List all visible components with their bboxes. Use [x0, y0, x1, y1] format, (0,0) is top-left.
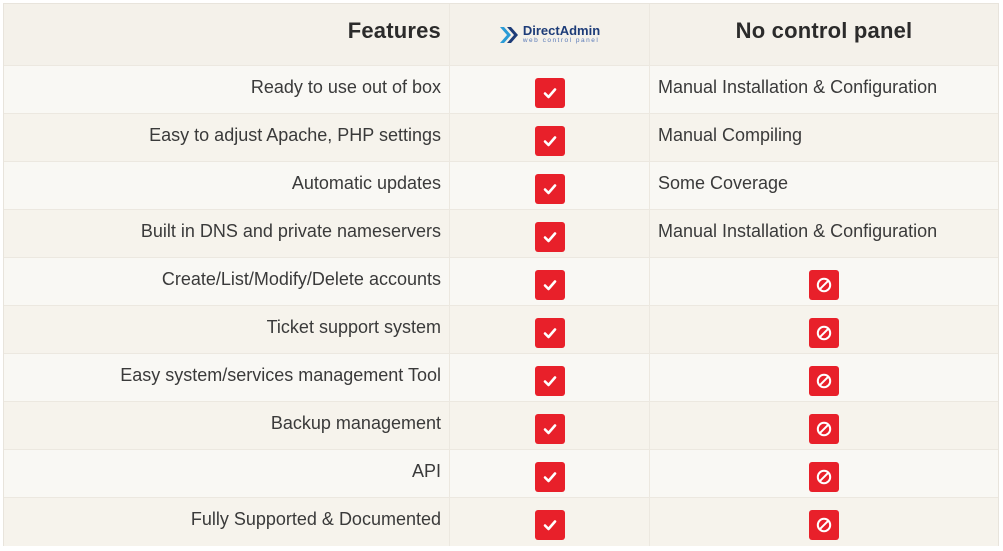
directadmin-logo-tagline: web control panel: [522, 37, 600, 45]
feature-label: Ready to use out of box: [250, 77, 441, 97]
feature-label: Fully Supported & Documented: [190, 509, 441, 529]
no-panel-cell: Manual Installation & Configuration: [650, 66, 998, 114]
feature-cell: Create/List/Modify/Delete accounts: [4, 258, 450, 306]
feature-cell: Ready to use out of box: [4, 66, 450, 114]
check-icon: [534, 77, 565, 108]
directadmin-cell: [450, 258, 650, 306]
feature-cell: Automatic updates: [4, 162, 450, 210]
directadmin-cell: [450, 306, 650, 354]
check-icon: [534, 125, 565, 156]
feature-label: Built in DNS and private nameservers: [140, 221, 441, 241]
directadmin-cell: [450, 162, 650, 210]
no-panel-cell: [650, 498, 998, 546]
header-no-panel: No control panel: [650, 4, 998, 66]
comparison-table: Features DirectAdmin web control panel N…: [3, 3, 999, 546]
prohibited-icon: [809, 510, 839, 540]
no-panel-cell: [650, 258, 998, 306]
directadmin-chevron-icon: [499, 26, 518, 43]
prohibited-icon: [809, 269, 839, 300]
feature-cell: Ticket support system: [4, 306, 450, 354]
check-icon: [534, 413, 565, 444]
directadmin-logo-name: DirectAdmin: [522, 23, 601, 39]
directadmin-cell: [450, 450, 650, 498]
feature-cell: Fully Supported & Documented: [4, 498, 450, 546]
check-icon: [534, 461, 565, 492]
no-panel-cell: [650, 354, 998, 402]
no-panel-text: Manual Compiling: [658, 125, 803, 145]
check-icon: [534, 510, 565, 540]
no-panel-cell: [650, 450, 998, 498]
directadmin-logo: DirectAdmin web control panel: [499, 24, 600, 45]
no-panel-cell: [650, 402, 998, 450]
no-panel-cell: Some Coverage: [650, 162, 998, 210]
feature-cell: API: [4, 450, 450, 498]
feature-cell: Backup management: [4, 402, 450, 450]
directadmin-cell: [450, 114, 650, 162]
directadmin-cell: [450, 354, 650, 402]
check-icon: [534, 317, 565, 348]
directadmin-cell: [450, 66, 650, 114]
feature-label: Create/List/Modify/Delete accounts: [161, 269, 441, 289]
feature-cell: Built in DNS and private nameservers: [4, 210, 450, 258]
no-panel-text: Manual Installation & Configuration: [658, 221, 938, 241]
no-panel-text: Some Coverage: [658, 173, 789, 193]
check-icon: [534, 365, 565, 396]
directadmin-cell: [450, 498, 650, 546]
header-features: Features: [4, 4, 450, 66]
header-directadmin: DirectAdmin web control panel: [450, 4, 650, 66]
header-no-panel-label: No control panel: [735, 18, 913, 43]
no-panel-cell: Manual Installation & Configuration: [650, 210, 998, 258]
directadmin-cell: [450, 402, 650, 450]
directadmin-cell: [450, 210, 650, 258]
feature-cell: Easy to adjust Apache, PHP settings: [4, 114, 450, 162]
prohibited-icon: [809, 317, 839, 348]
prohibited-icon: [809, 413, 839, 444]
no-panel-text: Manual Installation & Configuration: [658, 77, 938, 97]
prohibited-icon: [809, 365, 839, 396]
feature-label: Easy to adjust Apache, PHP settings: [149, 125, 441, 145]
check-icon: [534, 221, 565, 252]
check-icon: [534, 173, 565, 204]
no-panel-cell: Manual Compiling: [650, 114, 998, 162]
no-panel-cell: [650, 306, 998, 354]
check-icon: [534, 269, 565, 300]
prohibited-icon: [809, 461, 839, 492]
header-features-label: Features: [347, 18, 441, 43]
feature-label: Automatic updates: [291, 173, 441, 193]
feature-cell: Easy system/services management Tool: [4, 354, 450, 402]
feature-label: Easy system/services management Tool: [120, 365, 441, 385]
feature-label: Backup management: [270, 413, 441, 433]
feature-label: API: [411, 461, 441, 481]
feature-label: Ticket support system: [266, 317, 441, 337]
